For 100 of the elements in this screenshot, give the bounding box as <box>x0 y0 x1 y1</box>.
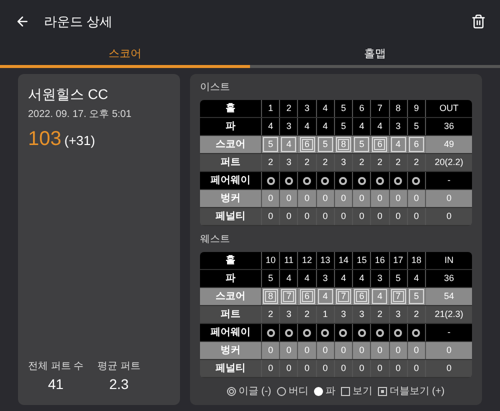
row-header: 홀 <box>200 100 262 117</box>
table-cell-text: 20(2.2) <box>434 156 464 169</box>
table-cell: 3 <box>280 306 298 323</box>
row-header: 페어웨이 <box>200 324 262 341</box>
score-value: 5 <box>268 140 274 149</box>
table-cell: 6 <box>353 100 372 117</box>
legend-label: 버디 <box>288 385 308 399</box>
table-cell-text: 0 <box>445 362 452 375</box>
score-value: 7 <box>340 292 346 301</box>
course-name: 서원힐스 CC <box>28 85 110 104</box>
table-cell: 3 <box>371 270 390 287</box>
table-cell: 0 <box>408 360 426 377</box>
row-header: 스코어 <box>200 136 262 153</box>
table-cell: 0 <box>371 208 390 225</box>
table-cell-text: 21(2.3) <box>434 308 464 321</box>
table-cell: 0 <box>298 190 317 207</box>
table-cell: 10 <box>262 252 280 269</box>
legend-label: 보기 <box>352 385 372 399</box>
table-cell: 2 <box>408 154 426 171</box>
table-cell: 2 <box>280 100 298 117</box>
score-value: 6 <box>304 140 310 149</box>
table-cell: 3 <box>390 306 408 323</box>
table-cell-text: 36 <box>442 120 455 133</box>
row-header: 페어웨이 <box>200 172 262 189</box>
table-cell: 0 <box>280 190 298 207</box>
table-cell: 0 <box>390 342 408 359</box>
row-header: 파 <box>200 270 262 287</box>
table-cell: 0 <box>353 190 372 207</box>
table-cell: 9 <box>408 100 426 117</box>
table-cell-text: - <box>446 326 452 339</box>
table-cell: 0 <box>280 342 298 359</box>
table-cell-text: 49 <box>442 138 455 151</box>
table-cell: 2 <box>298 154 317 171</box>
table-cell: 5 <box>334 118 354 135</box>
table-cell: 0 <box>316 342 335 359</box>
score-value: 7 <box>396 292 401 301</box>
table-cell: 0 <box>334 190 354 207</box>
table-cell: 0 <box>334 208 354 225</box>
table-cell: 5 <box>262 270 280 287</box>
table-cell: 0 <box>262 190 280 207</box>
table-cell-text: 0 <box>445 210 452 223</box>
table-cell: 0 <box>353 342 372 359</box>
table-cell: 2 <box>371 154 390 171</box>
table-cell: 0 <box>298 360 317 377</box>
table-cell: 2 <box>408 306 426 323</box>
score-value: 8 <box>340 140 346 149</box>
table-cell: 1 <box>316 306 335 323</box>
table-cell: 0 <box>390 190 408 207</box>
tab[interactable]: 스코어 <box>0 43 250 68</box>
score-value: 5 <box>359 140 364 149</box>
stat-label: 전체 퍼트 수 <box>28 360 84 374</box>
table-cell-text: IN <box>443 254 454 267</box>
table-cell-text: 54 <box>442 290 455 303</box>
table-cell: 15 <box>353 252 372 269</box>
tab[interactable]: 홀맵 <box>250 43 500 68</box>
table-cell: 0 <box>371 190 390 207</box>
table-cell: 0 <box>262 360 280 377</box>
table-cell: 0 <box>371 360 390 377</box>
score-value: 6 <box>304 292 310 301</box>
table-cell: 0 <box>262 342 280 359</box>
score-value: 6 <box>414 140 419 149</box>
trash-icon <box>470 14 486 29</box>
table-cell: 5 <box>408 118 426 135</box>
legend-label: 더블보기 (+) <box>389 385 445 399</box>
table-cell-text: OUT <box>438 102 460 115</box>
table-cell: 2 <box>390 154 408 171</box>
table-cell: 16 <box>371 252 390 269</box>
table-cell: 3 <box>353 306 372 323</box>
score-value: 8 <box>268 292 274 301</box>
table-cell: 3 <box>390 118 408 135</box>
score-value: 6 <box>377 140 382 149</box>
table-cell-text: 0 <box>445 192 452 205</box>
table-cell: 0 <box>408 208 426 225</box>
table-cell: 0 <box>353 208 372 225</box>
row-header: 홀 <box>200 252 262 269</box>
table-cell: 3 <box>334 306 354 323</box>
table-cell: 2 <box>316 154 335 171</box>
table-cell: 4 <box>353 270 372 287</box>
page-title: 라운드 상세 <box>44 12 113 31</box>
table-cell: 2 <box>262 306 280 323</box>
table-cell: 4 <box>334 270 354 287</box>
table-cell: 4 <box>353 118 372 135</box>
row-header: 페널티 <box>200 360 262 377</box>
table-cell: 0 <box>298 342 317 359</box>
table-cell: 17 <box>390 252 408 269</box>
score-over-par: (+31) <box>64 132 96 150</box>
table-cell: 2 <box>262 154 280 171</box>
table-cell: 0 <box>353 360 372 377</box>
table-cell: 2 <box>371 306 390 323</box>
table-cell: 0 <box>316 360 335 377</box>
round-datetime: 2022. 09. 17. 오후 5:01 <box>28 108 132 122</box>
stat-value: 2.3 <box>109 375 129 394</box>
table-cell: 7 <box>371 100 390 117</box>
row-header: 퍼트 <box>200 154 262 171</box>
score-value: 7 <box>286 292 292 301</box>
table-cell: 8 <box>390 100 408 117</box>
row-header: 페널티 <box>200 208 262 225</box>
table-cell: 4 <box>298 118 317 135</box>
table-cell: 0 <box>408 190 426 207</box>
table-cell: 2 <box>353 154 372 171</box>
